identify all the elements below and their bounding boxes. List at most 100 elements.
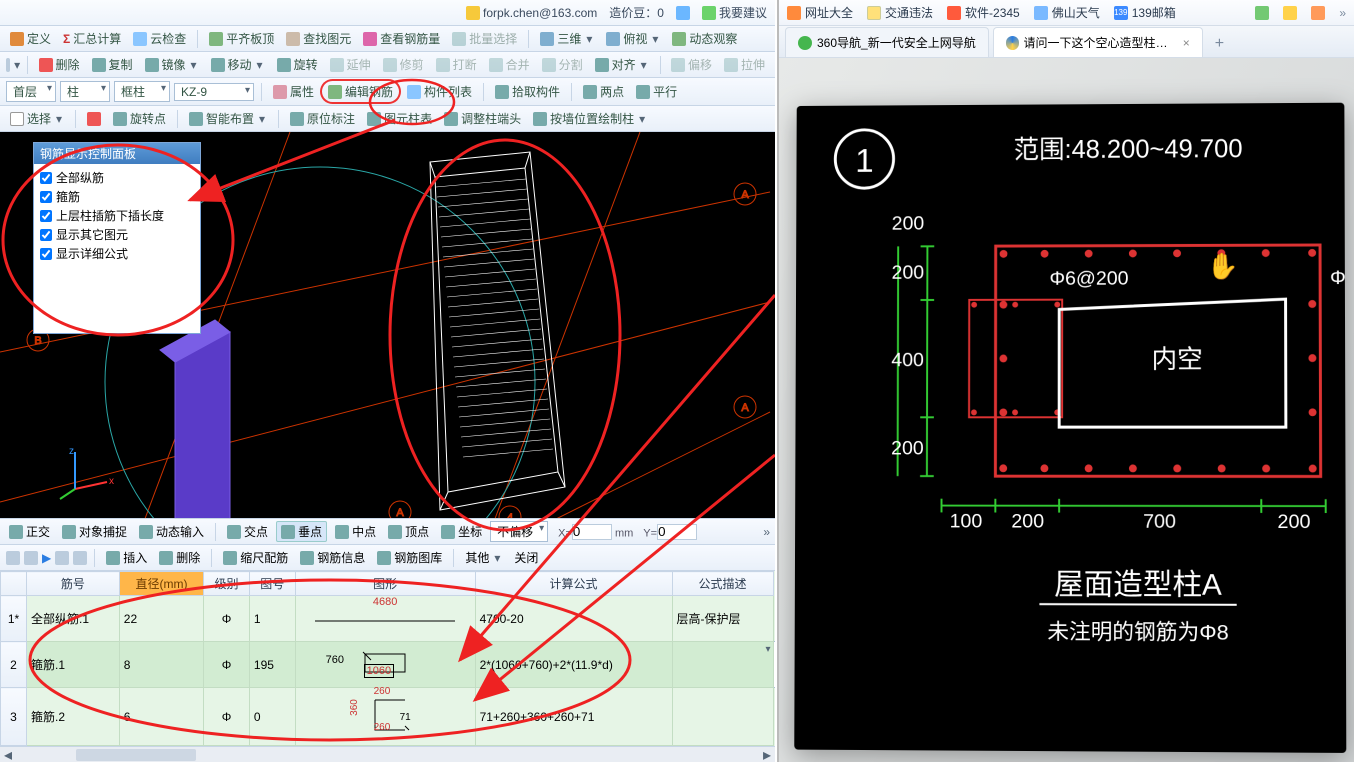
browser-tab[interactable]: 360导航_新一代安全上网导航 bbox=[785, 27, 989, 57]
subtype-select[interactable]: 框柱 bbox=[114, 81, 170, 102]
scale-rebar-button[interactable]: 缩尺配筋 bbox=[219, 548, 292, 567]
dyn-input-toggle[interactable]: 动态输入 bbox=[135, 522, 208, 541]
chk-all-longitudinal[interactable]: 全部纵筋 bbox=[40, 168, 194, 187]
rebar-info-button[interactable]: 钢筋信息 bbox=[296, 548, 369, 567]
move-button[interactable]: 移动▾ bbox=[207, 55, 269, 74]
refresh-icon[interactable] bbox=[676, 6, 690, 20]
close-tab-icon[interactable]: × bbox=[1183, 36, 1190, 50]
user-email[interactable]: forpk.chen@163.com bbox=[466, 6, 597, 20]
topview-button[interactable]: 俯视▾ bbox=[602, 29, 664, 48]
svg-text:A: A bbox=[396, 507, 404, 518]
next-icon[interactable] bbox=[55, 551, 69, 565]
offset-button[interactable]: 偏移 bbox=[667, 55, 716, 74]
cad-drawing-photo: 1 范围:48.200~49.700 bbox=[794, 103, 1346, 753]
browser-tab-active[interactable]: 请问一下这个空心造型柱怎么布 × bbox=[993, 27, 1203, 57]
adjust-end-tool[interactable]: 调整柱端头 bbox=[440, 109, 525, 128]
bookmark-site-nav[interactable]: 网址大全 bbox=[787, 4, 853, 21]
ext-grid-icon[interactable] bbox=[1255, 6, 1269, 20]
bookmark-139mail[interactable]: 139139邮箱 bbox=[1114, 4, 1176, 21]
attributes-button[interactable]: 属性 bbox=[269, 82, 318, 101]
snap-perp[interactable]: 垂点 bbox=[276, 521, 327, 542]
draw-by-wall-tool[interactable]: 按墙位置绘制柱▾ bbox=[529, 109, 651, 128]
chk-other-entities[interactable]: 显示其它图元 bbox=[40, 225, 194, 244]
bookmark-traffic[interactable]: 交通违法 bbox=[867, 4, 933, 21]
view-rebar-button[interactable]: 查看钢筋量 bbox=[359, 29, 444, 48]
new-tab-button[interactable]: + bbox=[1207, 31, 1232, 57]
sum-button[interactable]: Σ汇总计算 bbox=[59, 29, 125, 48]
osnap-toggle[interactable]: 对象捕捉 bbox=[58, 522, 131, 541]
trim-button[interactable]: 修剪 bbox=[379, 55, 428, 74]
align-button[interactable]: 对齐▾ bbox=[591, 55, 653, 74]
coord-x-input[interactable] bbox=[572, 524, 612, 540]
category-select[interactable]: 柱 bbox=[60, 81, 110, 102]
select-tool[interactable]: 选择▾ bbox=[6, 109, 68, 128]
insert-row-button[interactable]: 插入 bbox=[102, 548, 151, 567]
break-button[interactable]: 打断 bbox=[432, 55, 481, 74]
last-icon[interactable] bbox=[73, 551, 87, 565]
toolbar-1: 定义 Σ汇总计算 云检查 平齐板顶 查找图元 查看钢筋量 批量选择 三维▾ 俯视… bbox=[0, 26, 775, 52]
snap-apex[interactable]: 顶点 bbox=[384, 522, 433, 541]
table-row[interactable]: 2 箍筋.1 8 Φ 195 760 1060 2*(1060+760)+2*(… bbox=[1, 642, 775, 688]
prev-icon[interactable] bbox=[24, 551, 38, 565]
ext-more-icon[interactable]: » bbox=[1339, 6, 1346, 20]
find-entity-button[interactable]: 查找图元 bbox=[282, 29, 355, 48]
define-button[interactable]: 定义 bbox=[6, 29, 55, 48]
browser-panel: 网址大全 交通违法 软件-2345 佛山天气 139139邮箱 » 360导航_… bbox=[777, 0, 1354, 762]
split-button[interactable]: 分割 bbox=[538, 55, 587, 74]
bookmark-weather[interactable]: 佛山天气 bbox=[1034, 4, 1100, 21]
page-content[interactable]: 1 范围:48.200~49.700 bbox=[779, 58, 1354, 762]
chk-upper-insert[interactable]: 上层柱插筋下插长度 bbox=[40, 206, 194, 225]
orig-annot-tool[interactable]: 原位标注 bbox=[286, 109, 359, 128]
coord-y-input[interactable] bbox=[657, 524, 697, 540]
ext-aa-icon[interactable] bbox=[1311, 6, 1325, 20]
snap-coord[interactable]: 坐标 bbox=[437, 522, 486, 541]
dynamic-view-button[interactable]: 动态观察 bbox=[668, 29, 741, 48]
offset-mode-select[interactable]: 不偏移 bbox=[490, 521, 548, 542]
first-icon[interactable] bbox=[6, 551, 20, 565]
suggest-link[interactable]: 我要建议 bbox=[702, 4, 767, 21]
point-icon[interactable] bbox=[83, 111, 105, 127]
chk-detail-formula[interactable]: 显示详细公式 bbox=[40, 244, 194, 263]
rebar-table[interactable]: 筋号 直径(mm) 级别 图号 图形 计算公式 公式描述 1* 全部纵筋.1 2… bbox=[0, 571, 775, 746]
component-select[interactable]: KZ-9 bbox=[174, 83, 254, 101]
rebar-display-panel[interactable]: 钢筋显示控制面板 全部纵筋 箍筋 上层柱插筋下插长度 显示其它图元 显示详细公式 bbox=[33, 142, 201, 334]
bookmark-2345[interactable]: 软件-2345 bbox=[947, 4, 1020, 21]
ext-book-icon[interactable] bbox=[1283, 6, 1297, 20]
delete-button[interactable]: 删除 bbox=[35, 55, 84, 74]
table-row[interactable]: 3 箍筋.2 6 Φ 0 260 360 71 260 71+260+360+2… bbox=[1, 688, 775, 746]
copy-button[interactable]: 复制 bbox=[88, 55, 137, 74]
close-button[interactable]: 关闭 bbox=[510, 548, 542, 567]
edit-rebar-button[interactable]: 编辑钢筋 bbox=[322, 81, 399, 102]
other-menu[interactable]: 其他▾ bbox=[461, 548, 506, 567]
batch-select-button[interactable]: 批量选择 bbox=[448, 29, 521, 48]
chk-stirrup[interactable]: 箍筋 bbox=[40, 187, 194, 206]
merge-button[interactable]: 合并 bbox=[485, 55, 534, 74]
view-3d-button[interactable]: 三维▾ bbox=[536, 29, 598, 48]
extend-button[interactable]: 延伸 bbox=[326, 55, 375, 74]
rebar-lib-button[interactable]: 钢筋图库 bbox=[373, 548, 446, 567]
floor-select[interactable]: 首层 bbox=[6, 81, 56, 102]
align-top-button[interactable]: 平齐板顶 bbox=[205, 29, 278, 48]
horizontal-scrollbar[interactable]: ◂ ▸ bbox=[0, 746, 775, 762]
ortho-toggle[interactable]: 正交 bbox=[5, 522, 54, 541]
expand-icon[interactable]: » bbox=[763, 525, 770, 539]
mirror-button[interactable]: 镜像▾ bbox=[141, 55, 203, 74]
pick-component-button[interactable]: 拾取构件 bbox=[491, 82, 564, 101]
snap-cross[interactable]: 交点 bbox=[223, 522, 272, 541]
toolbar-4: 选择▾ 旋转点 智能布置▾ 原位标注 图元柱表 调整柱端头 按墙位置绘制柱▾ bbox=[0, 106, 775, 132]
model-viewport[interactable]: B A A 4 A bbox=[0, 132, 775, 518]
column-table-tool[interactable]: 图元柱表 bbox=[363, 109, 436, 128]
play-icon[interactable]: ▶ bbox=[42, 551, 51, 565]
smart-layout-tool[interactable]: 智能布置▾ bbox=[185, 109, 271, 128]
snap-mid[interactable]: 中点 bbox=[331, 522, 380, 541]
component-list-button[interactable]: 构件列表 bbox=[403, 82, 476, 101]
two-point-button[interactable]: 两点 bbox=[579, 82, 628, 101]
parallel-button[interactable]: 平行 bbox=[632, 82, 681, 101]
cloud-check-button[interactable]: 云检查 bbox=[129, 29, 190, 48]
rotate-button[interactable]: 旋转 bbox=[273, 55, 322, 74]
stretch-button[interactable]: 拉伸 bbox=[720, 55, 769, 74]
delete-row-button[interactable]: 删除 bbox=[155, 548, 204, 567]
undo-icon[interactable] bbox=[6, 58, 10, 72]
table-row[interactable]: 1* 全部纵筋.1 22 Φ 1 4680 4700-20 层高-保护层 bbox=[1, 596, 775, 642]
rotate-point-tool[interactable]: 旋转点 bbox=[109, 109, 170, 128]
